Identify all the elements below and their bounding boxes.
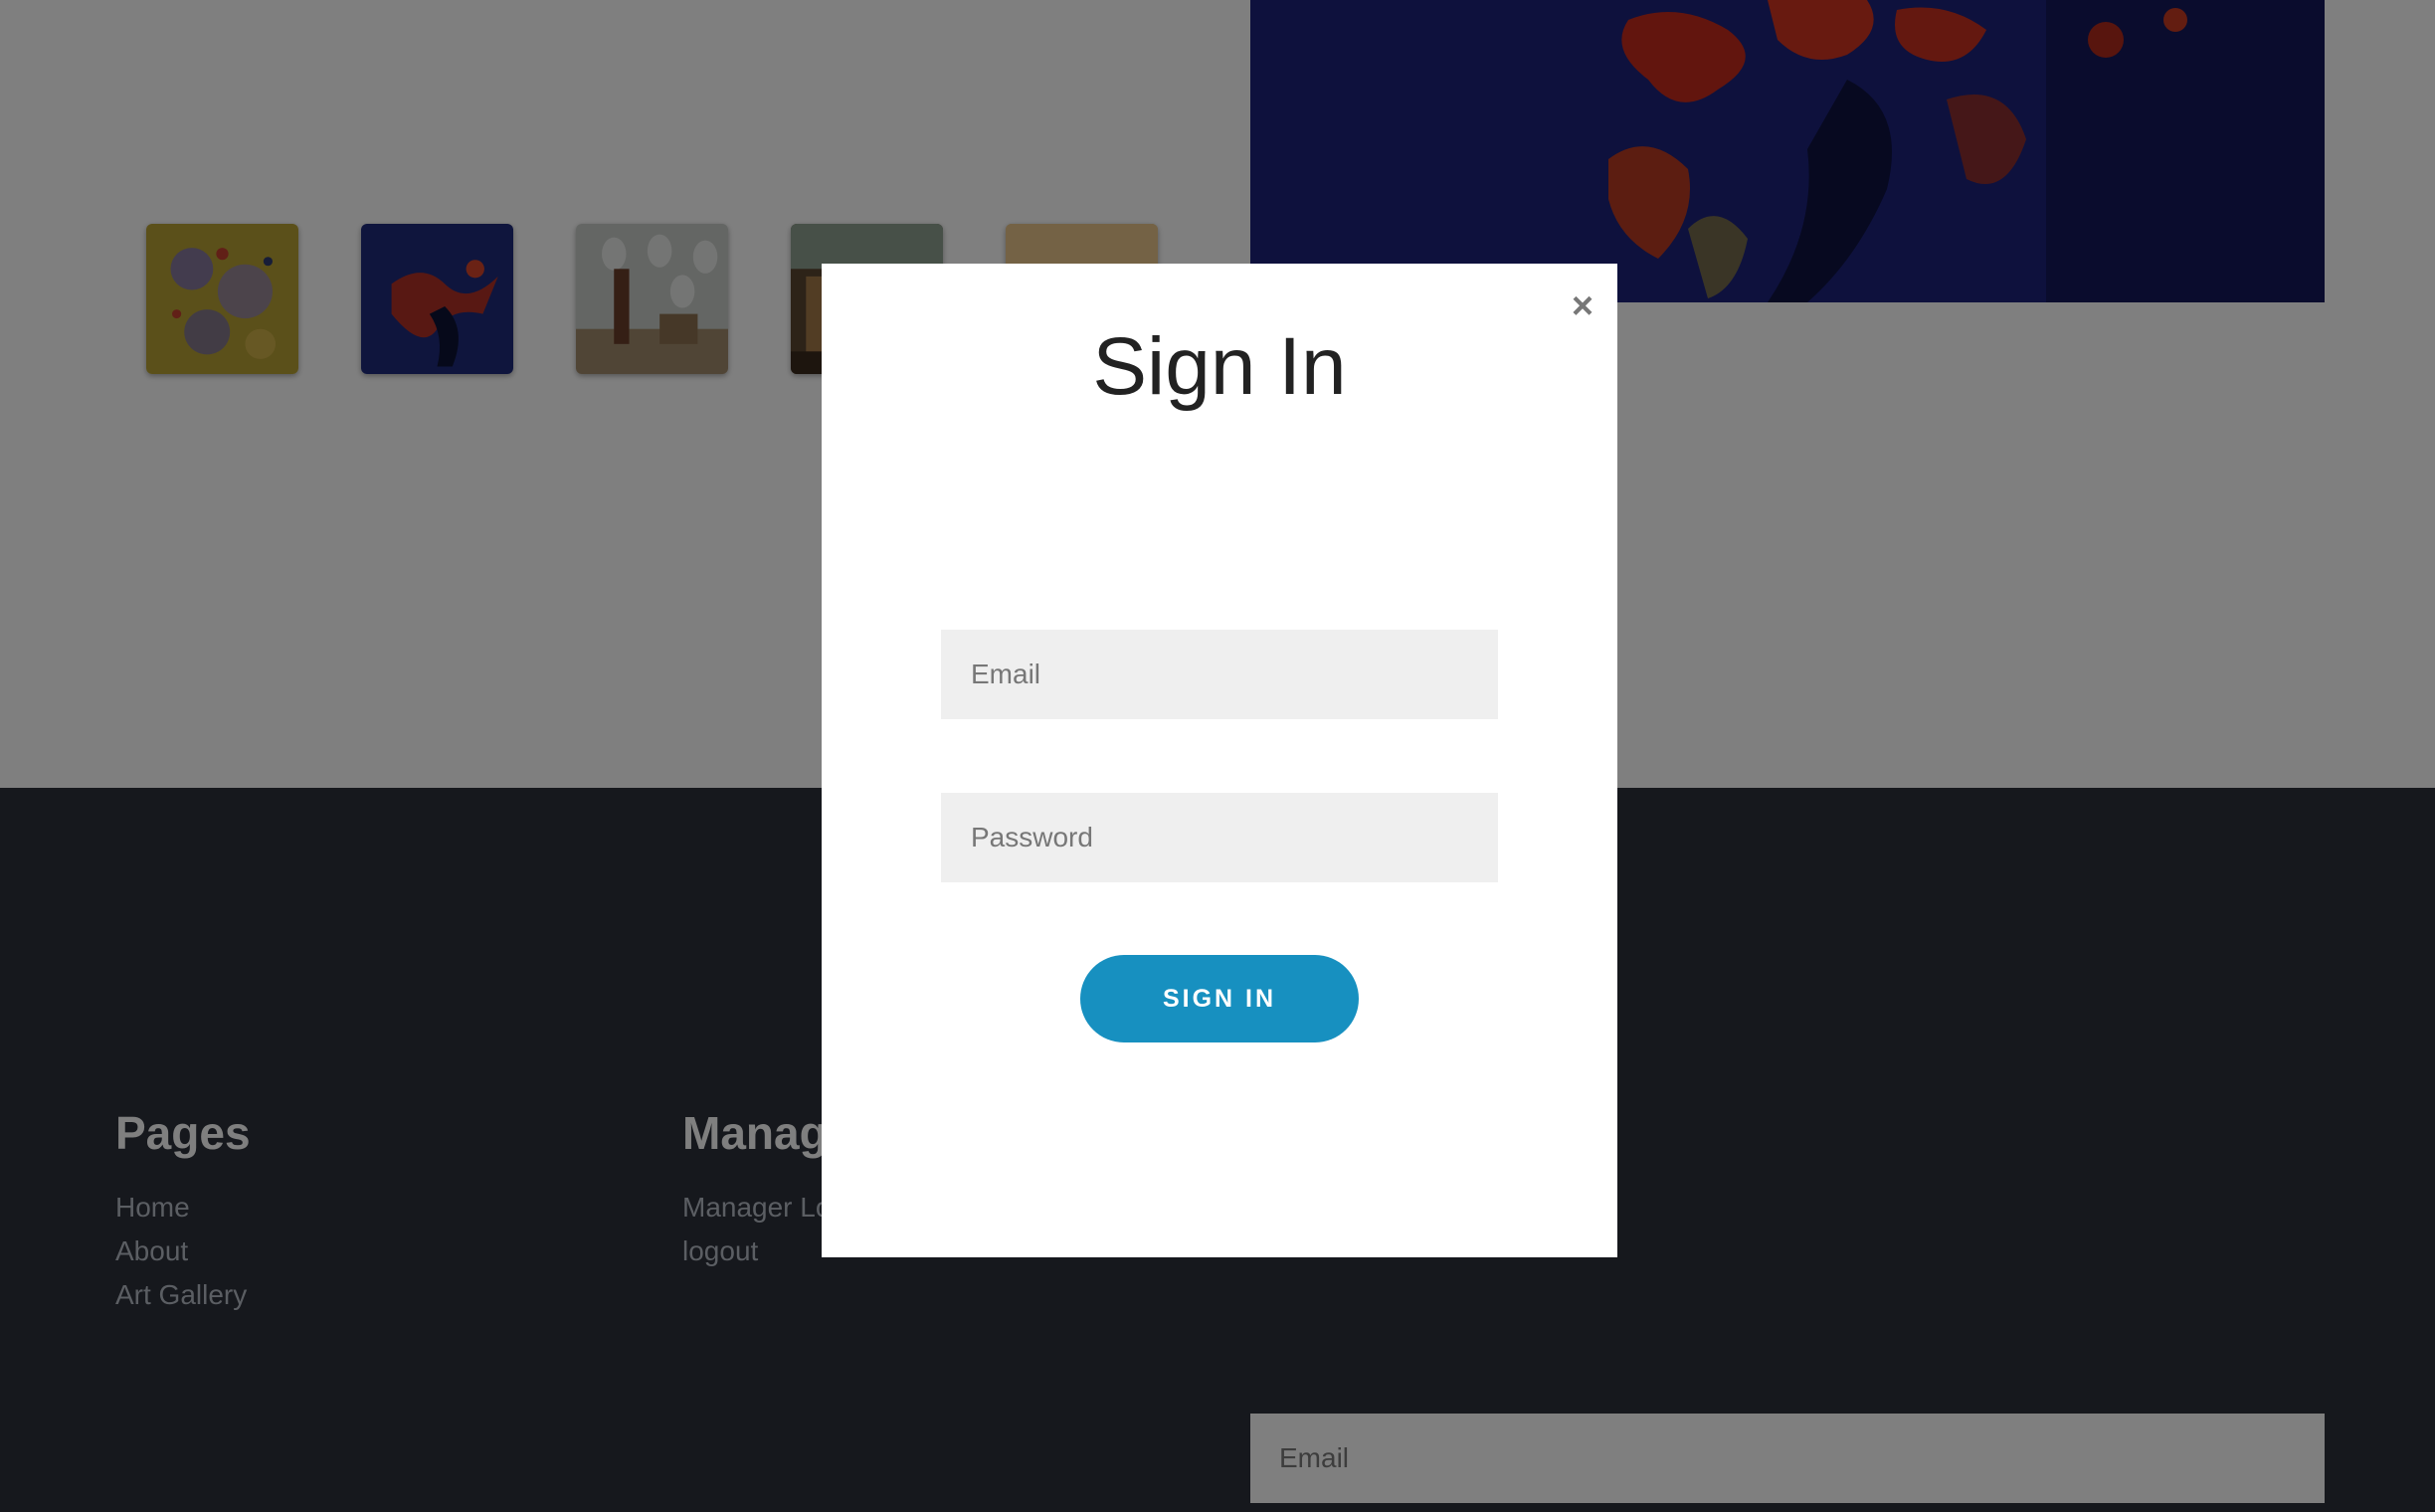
sign-in-button[interactable]: SIGN IN [1080, 955, 1359, 1042]
close-icon[interactable]: × [1568, 287, 1597, 325]
email-field[interactable] [941, 630, 1498, 719]
password-field[interactable] [941, 793, 1498, 882]
page: Pages Home About Art Gallery Manager Man… [0, 0, 2435, 1512]
modal-title: Sign In [1092, 321, 1347, 412]
